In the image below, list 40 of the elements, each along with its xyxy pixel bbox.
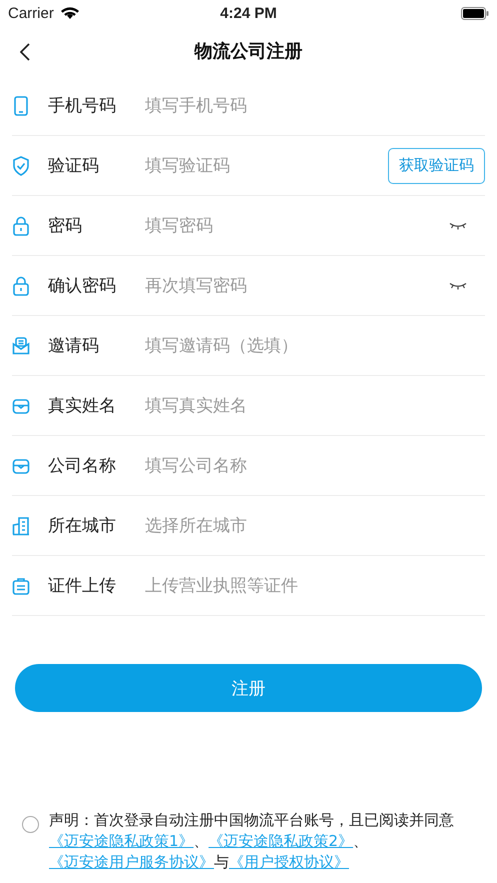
- closed-eye-icon[interactable]: [449, 222, 467, 230]
- field-label: 手机号码: [48, 95, 117, 117]
- phone-icon: [12, 96, 30, 116]
- agree-checkbox[interactable]: [22, 816, 39, 833]
- input-field[interactable]: 填写真实姓名: [145, 396, 485, 416]
- input-field[interactable]: 上传营业执照等证件: [145, 576, 485, 596]
- input-field[interactable]: 填写验证码: [145, 156, 388, 176]
- field-label: 所在城市: [48, 515, 117, 537]
- status-time: 4:24 PM: [220, 4, 277, 22]
- field-label: 验证码: [48, 155, 100, 177]
- carrier-label: Carrier: [8, 4, 54, 22]
- field-label: 邀请码: [48, 335, 100, 357]
- field-label: 证件上传: [48, 575, 117, 597]
- battery-icon: [461, 6, 489, 20]
- input-field[interactable]: 填写公司名称: [145, 456, 485, 476]
- agreement-link[interactable]: 《用户授权协议》: [229, 853, 349, 871]
- agreement-link[interactable]: 《迈安途用户服务协议》: [49, 853, 214, 871]
- wifi-icon: [60, 6, 80, 20]
- envelope-icon: [12, 336, 30, 356]
- closed-eye-icon[interactable]: [449, 282, 467, 290]
- field-label: 真实姓名: [48, 395, 117, 417]
- input-field[interactable]: 再次填写密码: [145, 276, 449, 296]
- building-icon: [12, 516, 30, 536]
- agreement-link[interactable]: 《迈安途隐私政策2》: [208, 832, 354, 850]
- input-field[interactable]: 填写邀请码（选填）: [145, 336, 485, 356]
- input-field[interactable]: 填写手机号码: [145, 96, 485, 116]
- input-field[interactable]: 选择所在城市: [145, 516, 485, 536]
- shield-icon: [12, 156, 30, 176]
- page-title: 物流公司注册: [194, 40, 302, 63]
- agreement-text: 声明：首次登录自动注册中国物流平台账号，且已阅读并同意 《迈安途隐私政策1》、《迈安途隐私政策2》、 《迈安途用户服务协议》与《用户授权协议》: [49, 810, 455, 873]
- input-field[interactable]: 填写密码: [145, 216, 449, 236]
- back-button[interactable]: [18, 42, 32, 62]
- field-label: 确认密码: [48, 275, 117, 297]
- agreement-link[interactable]: 《迈安途隐私政策1》: [49, 832, 194, 850]
- field-label: 公司名称: [48, 455, 117, 477]
- register-button[interactable]: 注册: [15, 664, 482, 712]
- get-code-button[interactable]: 获取验证码: [388, 148, 485, 184]
- field-label: 密码: [48, 215, 83, 237]
- lock-icon: [12, 216, 30, 236]
- lock-icon: [12, 276, 30, 296]
